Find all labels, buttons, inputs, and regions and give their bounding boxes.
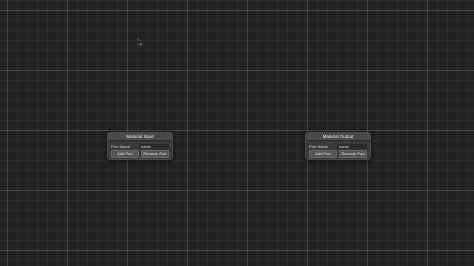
add-port-button[interactable]: Add Port — [111, 150, 139, 158]
node-buttons: Add Port Remove Port — [108, 149, 172, 158]
port-name-row: Port Name name — [306, 141, 370, 149]
graph-canvas[interactable]: Material Input Port Name name Add Port R… — [0, 0, 474, 266]
port-name-field[interactable]: name — [139, 143, 169, 149]
port-name-label: Port Name — [309, 143, 329, 149]
port-name-field[interactable]: name — [337, 143, 367, 149]
port-name-label: Port Name — [111, 143, 131, 149]
material-input-node[interactable]: Material Input Port Name name Add Port R… — [107, 132, 173, 160]
remove-port-button[interactable]: Remove Port — [339, 150, 367, 158]
node-title: Material Input — [108, 133, 172, 141]
mouse-cursor-icon — [138, 39, 143, 46]
remove-port-button[interactable]: Remove Port — [141, 150, 169, 158]
material-output-node[interactable]: Material Output Port Name name Add Port … — [305, 132, 371, 160]
port-name-row: Port Name name — [108, 141, 172, 149]
node-title: Material Output — [306, 133, 370, 141]
add-port-button[interactable]: Add Port — [309, 150, 337, 158]
node-buttons: Add Port Remove Port — [306, 149, 370, 158]
